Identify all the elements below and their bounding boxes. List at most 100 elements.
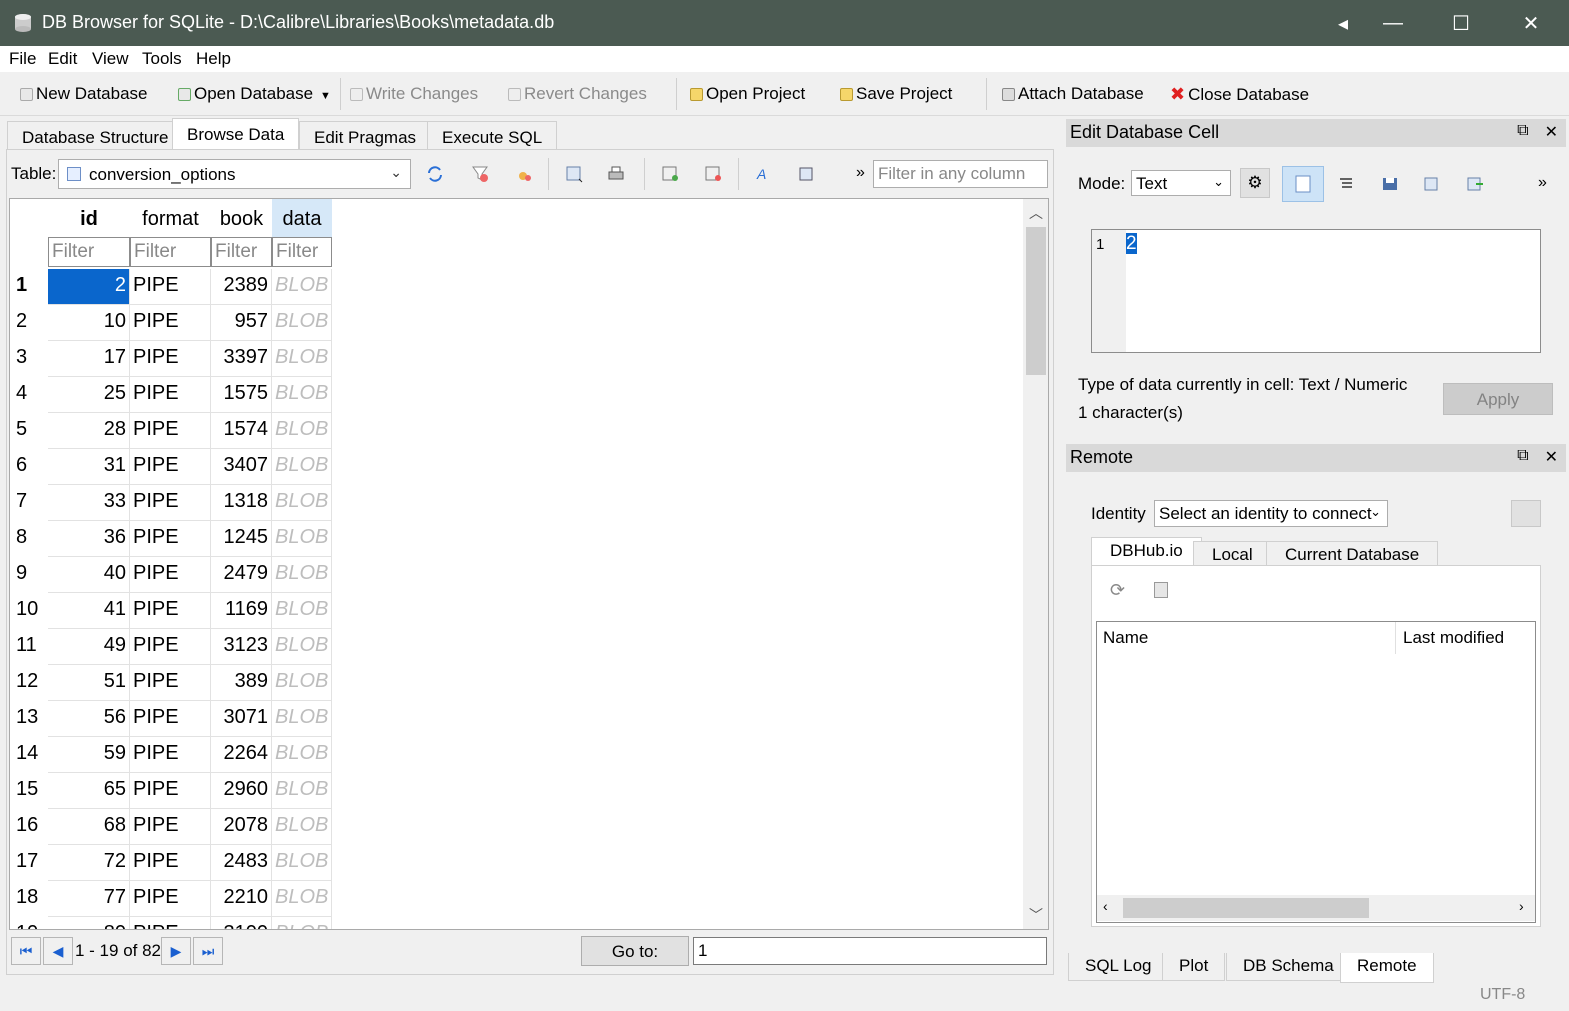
cell-book[interactable]: 1245 [211, 521, 272, 557]
filter-book[interactable]: Filter [211, 237, 272, 267]
cell-id[interactable]: 68 [48, 809, 130, 845]
revert-changes-button[interactable]: Revert Changes [508, 84, 647, 104]
cell-book[interactable]: 3397 [211, 341, 272, 377]
filter-any-column-field[interactable] [874, 161, 1047, 187]
cell-format[interactable]: PIPE [130, 341, 211, 377]
cell-data[interactable]: BLOB [272, 629, 332, 665]
filter-any-column-input[interactable] [873, 160, 1048, 188]
horizontal-scrollbar[interactable]: ‹ › [1097, 895, 1535, 921]
tab-edit-pragmas[interactable]: Edit Pragmas [299, 121, 432, 149]
cell-format[interactable]: PIPE [130, 305, 211, 341]
last-page-icon[interactable]: ⏭ [193, 937, 223, 965]
cell-data[interactable]: BLOB [272, 449, 332, 485]
set-encoding-icon[interactable] [797, 164, 817, 184]
cell-format[interactable]: PIPE [130, 377, 211, 413]
close-dock-icon[interactable]: ✕ [1545, 122, 1558, 142]
cell-book[interactable]: 3123 [211, 629, 272, 665]
cell-id[interactable]: 49 [48, 629, 130, 665]
open-database-button[interactable]: Open Database [178, 84, 313, 104]
cell-data[interactable]: BLOB [272, 809, 332, 845]
cell-format[interactable]: PIPE [130, 413, 211, 449]
row-number[interactable]: 1 [10, 274, 48, 297]
mode-select[interactable]: Text ⌄ [1131, 170, 1231, 196]
cell-id[interactable]: 72 [48, 845, 130, 881]
cell-format[interactable]: PIPE [130, 665, 211, 701]
tab-remote[interactable]: Remote [1340, 953, 1434, 983]
scrollbar-thumb[interactable] [1026, 227, 1046, 375]
cell-data[interactable]: BLOB [272, 269, 332, 305]
cell-value[interactable]: 2 [1126, 233, 1137, 254]
more-options-chevron[interactable]: » [1538, 174, 1547, 192]
cell-id[interactable]: 41 [48, 593, 130, 629]
cell-data[interactable]: BLOB [272, 917, 332, 929]
clear-filters-icon[interactable] [470, 164, 490, 184]
cell-id[interactable]: 59 [48, 737, 130, 773]
cell-id[interactable]: 33 [48, 485, 130, 521]
cell-format[interactable]: PIPE [130, 485, 211, 521]
save-table-icon[interactable] [564, 164, 584, 184]
menu-file[interactable]: File [9, 49, 36, 69]
cell-id[interactable]: 36 [48, 521, 130, 557]
cell-data[interactable]: BLOB [272, 701, 332, 737]
row-number[interactable]: 15 [10, 778, 48, 801]
row-number[interactable]: 13 [10, 706, 48, 729]
toolbar-more-chevron[interactable]: » [856, 164, 865, 182]
new-database-button[interactable]: New Database [20, 84, 148, 104]
minimize-button[interactable]: — [1362, 0, 1424, 46]
cell-editor[interactable]: 1 2 [1091, 229, 1541, 353]
clone-database-icon[interactable] [1154, 582, 1168, 598]
cell-data[interactable]: BLOB [272, 485, 332, 521]
cell-book[interactable]: 389 [211, 665, 272, 701]
row-number[interactable]: 6 [10, 454, 48, 477]
float-dock-icon[interactable]: ⧉ [1517, 122, 1528, 142]
scrollbar-thumb[interactable] [1123, 898, 1369, 918]
column-header-data[interactable]: data [272, 199, 332, 237]
cell-book[interactable]: 3071 [211, 701, 272, 737]
close-window-button[interactable]: ✕ [1500, 0, 1562, 46]
tab-current-database[interactable]: Current Database [1266, 541, 1439, 567]
next-page-icon[interactable]: ▶ [161, 937, 191, 965]
cell-id[interactable]: 17 [48, 341, 130, 377]
tab-execute-sql[interactable]: Execute SQL [427, 121, 558, 149]
menu-edit[interactable]: Edit [48, 49, 77, 69]
write-changes-button[interactable]: Write Changes [350, 84, 478, 104]
goto-input[interactable] [693, 937, 1047, 965]
row-number[interactable]: 11 [10, 634, 48, 657]
cell-format[interactable]: PIPE [130, 809, 211, 845]
cell-id[interactable]: 56 [48, 701, 130, 737]
cell-format[interactable]: PIPE [130, 773, 211, 809]
attach-database-button[interactable]: Attach Database [1002, 84, 1144, 104]
cell-id[interactable]: 80 [48, 917, 130, 929]
scroll-down-icon[interactable]: ﹀ [1029, 905, 1043, 925]
tab-dbhub[interactable]: DBHub.io [1091, 537, 1202, 567]
save-project-button[interactable]: Save Project [840, 84, 952, 104]
tab-plot[interactable]: Plot [1162, 953, 1226, 981]
cell-data[interactable]: BLOB [272, 593, 332, 629]
identity-select[interactable]: Select an identity to connect ⌄ [1154, 500, 1388, 527]
insert-record-icon[interactable] [660, 164, 680, 184]
cell-format[interactable]: PIPE [130, 881, 211, 917]
cell-book[interactable]: 1318 [211, 485, 272, 521]
cell-id[interactable]: 28 [48, 413, 130, 449]
cell-data[interactable]: BLOB [272, 521, 332, 557]
row-number[interactable]: 8 [10, 526, 48, 549]
tab-local[interactable]: Local [1193, 541, 1272, 567]
export-file-icon[interactable] [1416, 168, 1448, 200]
cell-book[interactable]: 1575 [211, 377, 272, 413]
open-project-button[interactable]: Open Project [690, 84, 805, 104]
cell-format[interactable]: PIPE [130, 449, 211, 485]
tab-browse-data[interactable]: Browse Data [172, 118, 300, 150]
auto-format-icon[interactable] [1330, 168, 1362, 200]
cell-data[interactable]: BLOB [272, 773, 332, 809]
close-dock-icon[interactable]: ✕ [1545, 447, 1558, 467]
scroll-right-icon[interactable]: › [1519, 898, 1524, 914]
cell-book[interactable]: 2960 [211, 773, 272, 809]
refresh-icon[interactable] [425, 164, 445, 184]
remote-file-list[interactable]: Name Last modified [1096, 621, 1536, 923]
sort-icon[interactable] [514, 164, 534, 184]
row-number[interactable]: 18 [10, 886, 48, 909]
font-format-icon[interactable]: A [754, 164, 774, 184]
cell-format[interactable]: PIPE [130, 557, 211, 593]
close-database-button[interactable]: ✖ Close Database [1170, 84, 1309, 105]
cell-book[interactable]: 2210 [211, 881, 272, 917]
